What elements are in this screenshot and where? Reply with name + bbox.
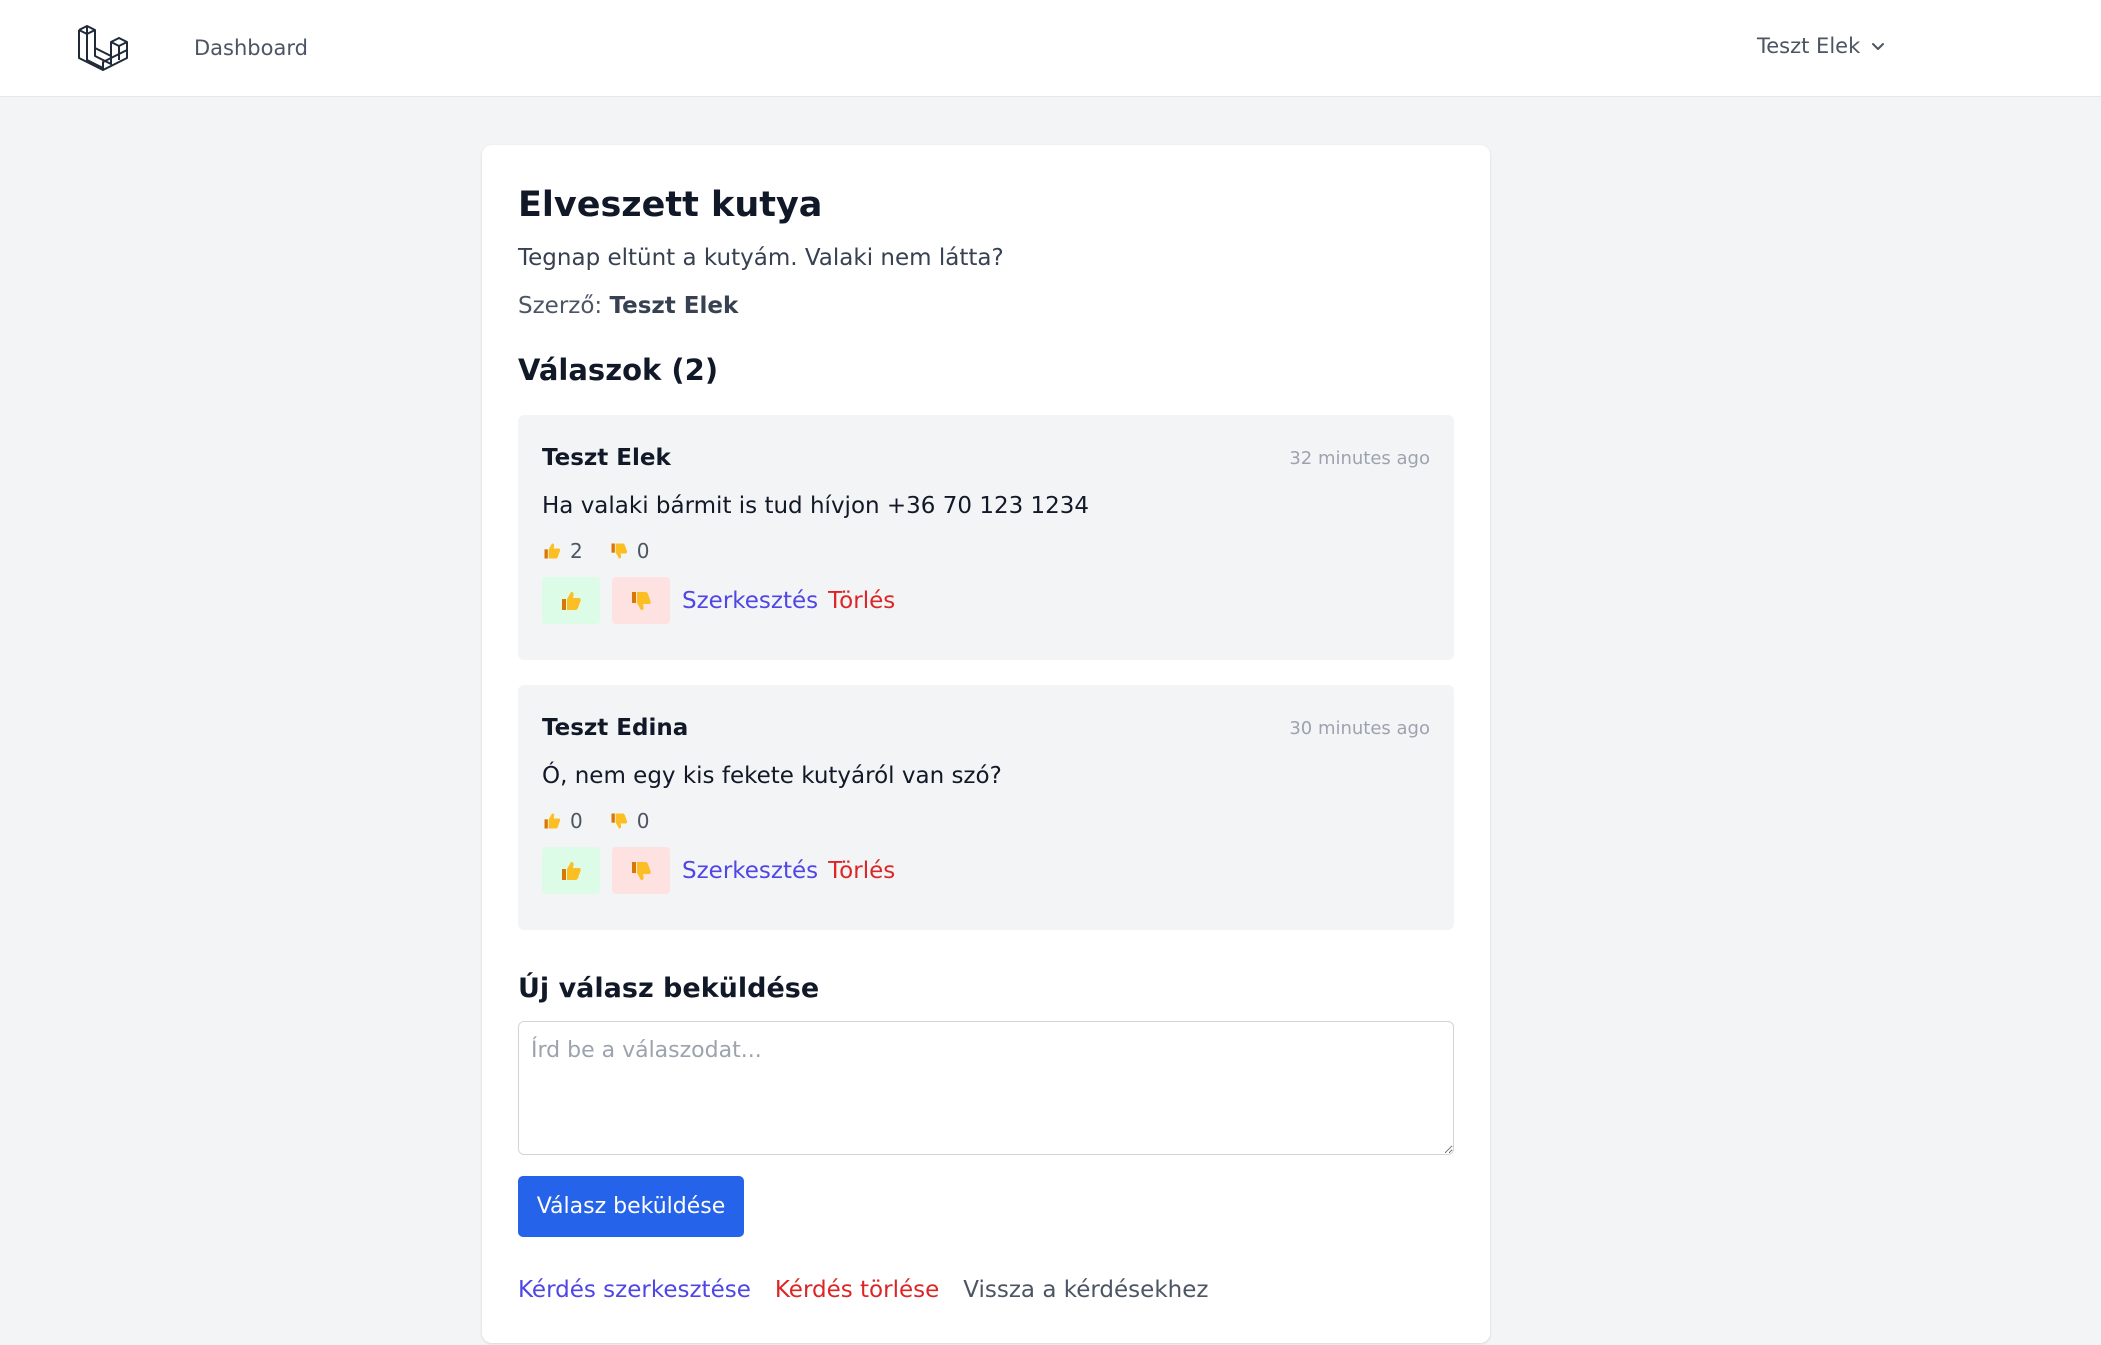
author-name: Teszt Elek [609,293,739,319]
edit-answer-link[interactable]: Szerkesztés [682,588,818,614]
dislike-count-value: 0 [636,539,650,563]
answer-timestamp: 32 minutes ago [1289,448,1430,469]
nav-dashboard-link[interactable]: Dashboard [194,36,308,60]
like-button[interactable] [542,847,600,894]
new-answer-heading: Új válasz beküldése [518,973,820,1004]
back-to-questions-link[interactable]: Vissza a kérdésekhez [963,1277,1208,1303]
thumbs-up-icon [562,861,581,880]
dislike-count: 0 [609,809,650,833]
question-title: Elveszett kutya [518,185,823,225]
delete-question-link[interactable]: Kérdés törlése [775,1277,939,1303]
thumbs-down-icon [611,543,627,559]
vote-counts: 2 0 [542,539,649,563]
author-prefix: Szerző: [518,293,603,319]
question-card: Elveszett kutya Tegnap eltünt a kutyám. … [482,145,1490,1343]
like-count: 0 [542,809,583,833]
laravel-logo-icon[interactable] [77,22,129,72]
thumbs-up-icon [562,591,581,610]
answer-timestamp: 30 minutes ago [1289,718,1430,739]
delete-answer-link[interactable]: Törlés [828,588,895,614]
user-name: Teszt Elek [1757,34,1861,58]
thumbs-down-icon [632,861,651,880]
user-menu-dropdown[interactable]: Teszt Elek [1757,34,1886,58]
submit-answer-button[interactable]: Válasz beküldése [518,1176,744,1237]
question-actions: Kérdés szerkesztése Kérdés törlése Vissz… [518,1277,1208,1303]
edit-question-link[interactable]: Kérdés szerkesztése [518,1277,751,1303]
dislike-count-value: 0 [636,809,650,833]
answers-heading: Válaszok (2) [518,353,719,387]
like-count: 2 [542,539,583,563]
vote-counts: 0 0 [542,809,649,833]
thumbs-up-icon [544,543,561,559]
top-navigation: Dashboard Teszt Elek [0,0,2101,97]
answer-item: Teszt Elek 32 minutes ago Ha valaki bárm… [518,415,1454,660]
delete-answer-link[interactable]: Törlés [828,858,895,884]
thumbs-up-icon [544,813,561,829]
like-button[interactable] [542,577,600,624]
answer-author: Teszt Edina [542,715,689,741]
answer-item: Teszt Edina 30 minutes ago Ó, nem egy ki… [518,685,1454,930]
chevron-down-icon [1872,43,1885,50]
dislike-button[interactable] [612,577,670,624]
answer-actions: Szerkesztés Törlés [542,847,895,894]
dislike-count: 0 [609,539,650,563]
answer-text: Ha valaki bármit is tud hívjon +36 70 12… [542,493,1090,519]
answer-text: Ó, nem egy kis fekete kutyáról van szó? [542,763,1002,789]
answer-actions: Szerkesztés Törlés [542,577,895,624]
like-count-value: 2 [570,539,583,563]
thumbs-down-icon [611,813,627,829]
like-count-value: 0 [570,809,583,833]
dislike-button[interactable] [612,847,670,894]
thumbs-down-icon [632,591,651,610]
edit-answer-link[interactable]: Szerkesztés [682,858,818,884]
answer-textarea[interactable] [518,1021,1454,1155]
question-body: Tegnap eltünt a kutyám. Valaki nem látta… [518,245,1004,271]
answer-author: Teszt Elek [542,445,671,471]
question-author: Szerző: Teszt Elek [518,293,738,319]
